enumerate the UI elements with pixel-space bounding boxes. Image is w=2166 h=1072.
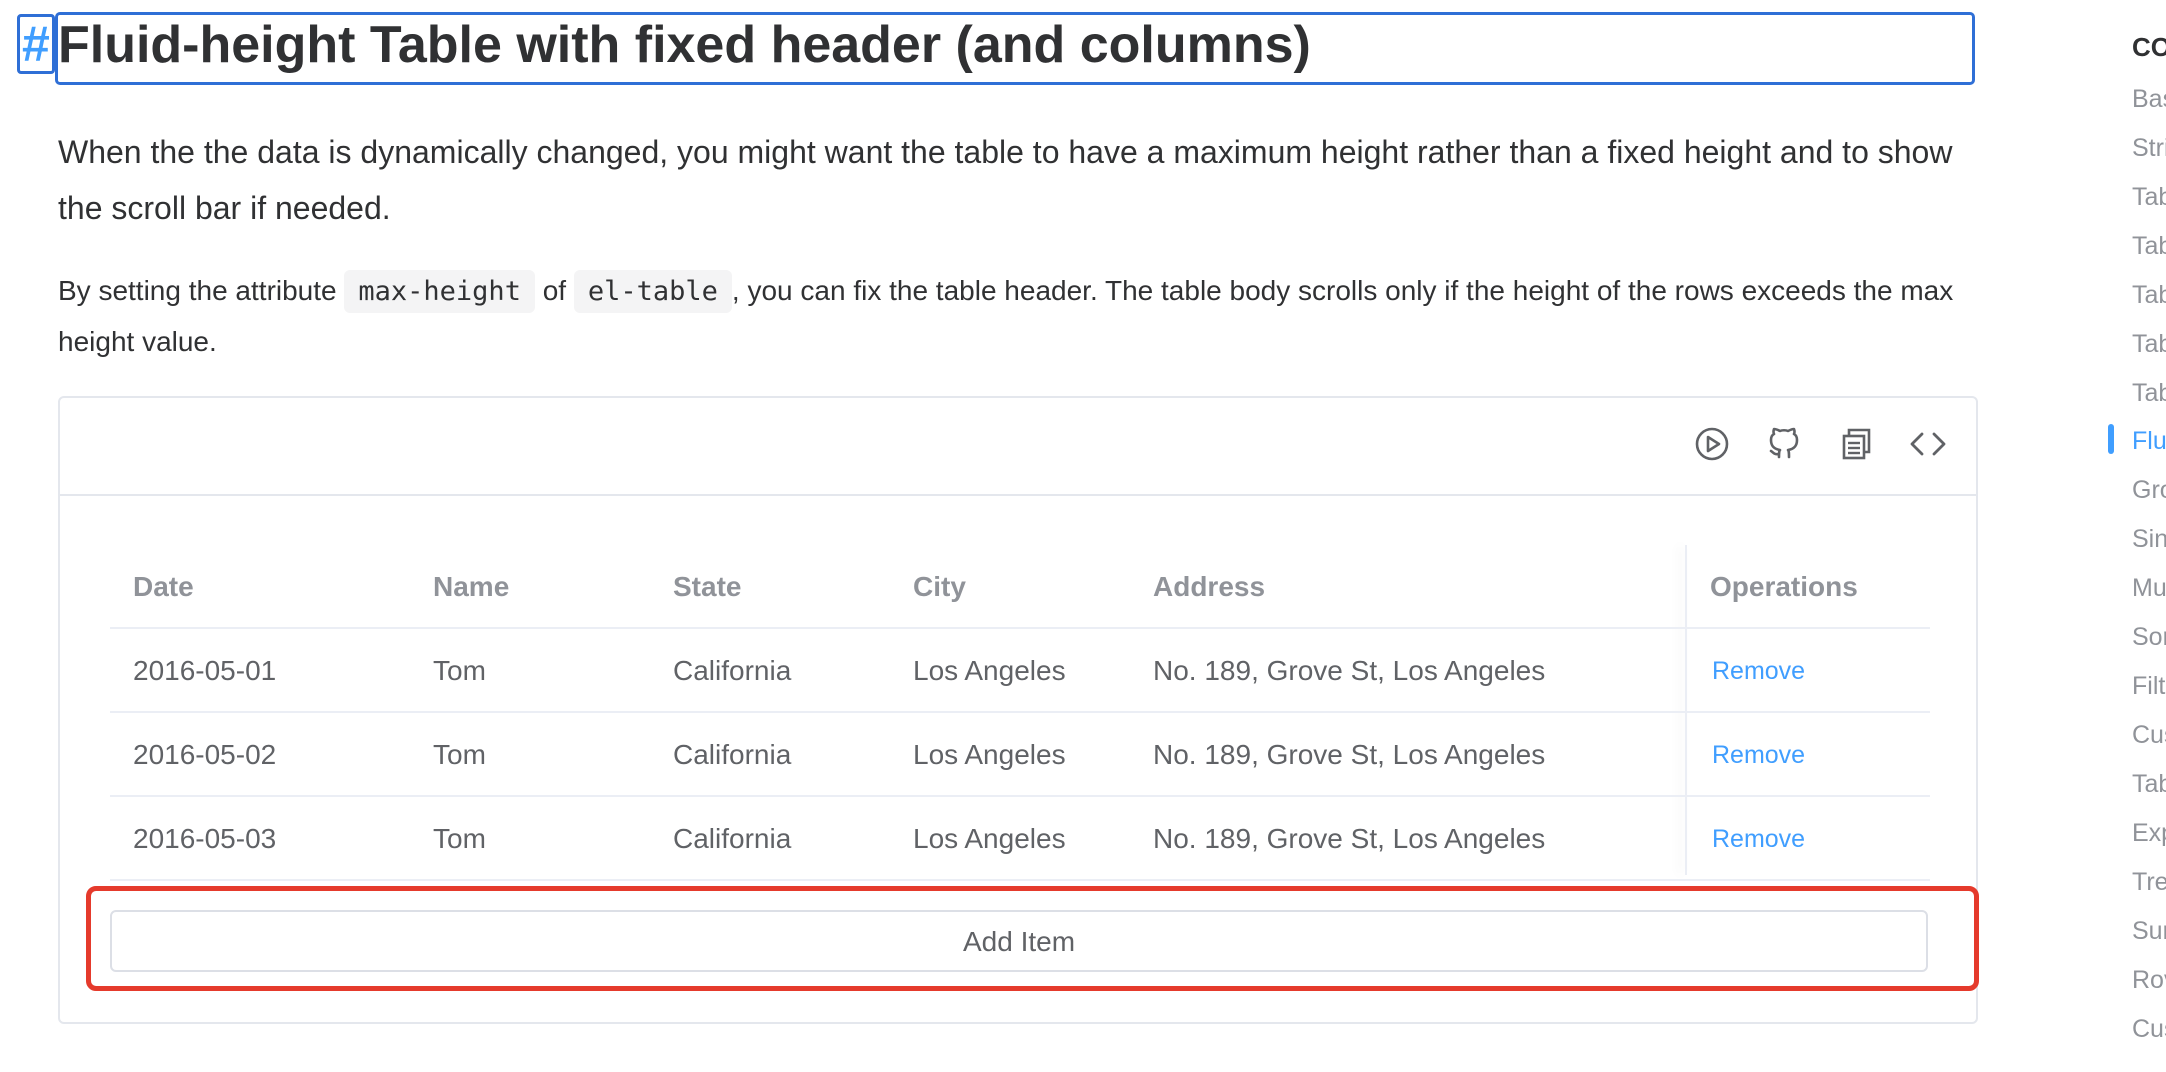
toc-item[interactable]: Gro: [2132, 473, 2166, 507]
cell-name: Tom: [433, 655, 486, 686]
remove-button[interactable]: Remove: [1712, 797, 1805, 881]
page-title: Fluid-height Table with fixed header (an…: [58, 16, 1311, 74]
header-name: Name: [433, 571, 510, 602]
table-of-contents: CO Bas Stri Tab Tab Tab Tab Tab Flui Gro…: [2108, 0, 2166, 1072]
table-header-row: Date Name State City Address Operations: [110, 545, 1930, 629]
header-operations: Operations: [1710, 571, 1858, 602]
play-circle-icon[interactable]: [1692, 424, 1732, 464]
toc-item-active[interactable]: Flui: [2132, 424, 2166, 458]
toc-item[interactable]: Sur: [2132, 914, 2166, 948]
toc-item[interactable]: Exp: [2132, 816, 2166, 850]
cell-state: California: [673, 739, 792, 770]
toc-item[interactable]: Sor: [2132, 620, 2166, 654]
toc-item[interactable]: Tab: [2132, 327, 2166, 361]
cell-date: 2016-05-01: [133, 655, 277, 686]
toc-item[interactable]: Stri: [2132, 131, 2166, 165]
toc-item[interactable]: Filt: [2132, 669, 2165, 703]
toc-active-marker: [2108, 424, 2114, 454]
toc-item[interactable]: Bas: [2132, 82, 2166, 116]
toc-item[interactable]: Cus: [2132, 1012, 2166, 1046]
toc-item[interactable]: Sin: [2132, 522, 2166, 556]
header-city: City: [913, 571, 966, 602]
table-row: 2016-05-01 Tom California Los Angeles No…: [110, 629, 1930, 713]
header-date: Date: [133, 571, 194, 602]
cell-address: No. 189, Grove St, Los Angeles: [1153, 823, 1546, 854]
copy-icon[interactable]: [1836, 424, 1876, 464]
cell-date: 2016-05-03: [133, 823, 277, 854]
header-address: Address: [1153, 571, 1266, 602]
code-el-table: el-table: [573, 270, 732, 313]
remove-button[interactable]: Remove: [1712, 713, 1805, 797]
intro-paragraph: When the the data is dynamically changed…: [58, 134, 1953, 226]
toc-item[interactable]: Rov: [2132, 963, 2166, 997]
toc-item[interactable]: Tab: [2132, 376, 2166, 410]
cell-address: No. 189, Grove St, Los Angeles: [1153, 655, 1546, 686]
remove-button[interactable]: Remove: [1712, 629, 1805, 713]
toc-item[interactable]: Cus: [2132, 718, 2166, 752]
github-icon[interactable]: [1764, 424, 1804, 464]
table-row: 2016-05-03 Tom California Los Angeles No…: [110, 797, 1930, 881]
code-max-height: max-height: [344, 270, 535, 313]
toc-item[interactable]: Mu: [2132, 571, 2166, 605]
add-item-button[interactable]: Add Item: [110, 910, 1928, 972]
toc-item[interactable]: Tab: [2132, 767, 2166, 801]
cell-name: Tom: [433, 739, 486, 770]
cell-city: Los Angeles: [913, 823, 1066, 854]
cell-name: Tom: [433, 823, 486, 854]
header-state: State: [673, 571, 742, 602]
attribute-paragraph: By setting the attribute max-height of e…: [58, 266, 1988, 367]
table-row: 2016-05-02 Tom California Los Angeles No…: [110, 713, 1930, 797]
toc-item[interactable]: Tre: [2132, 865, 2166, 899]
toc-item[interactable]: Tab: [2132, 180, 2166, 214]
cell-city: Los Angeles: [913, 739, 1066, 770]
cell-date: 2016-05-02: [133, 739, 277, 770]
toc-item[interactable]: Tab: [2132, 278, 2166, 312]
attribute-text-middle: of: [534, 275, 574, 306]
cell-state: California: [673, 655, 792, 686]
cell-city: Los Angeles: [913, 655, 1066, 686]
cell-address: No. 189, Grove St, Los Angeles: [1153, 739, 1546, 770]
toc-item[interactable]: Tab: [2132, 229, 2166, 263]
demo-divider: [60, 494, 1976, 496]
attribute-text-prefix: By setting the attribute: [58, 275, 345, 306]
heading-anchor-link[interactable]: #: [17, 14, 55, 74]
cell-state: California: [673, 823, 792, 854]
code-icon[interactable]: [1908, 424, 1948, 464]
toc-title: CO: [2132, 32, 2166, 62]
